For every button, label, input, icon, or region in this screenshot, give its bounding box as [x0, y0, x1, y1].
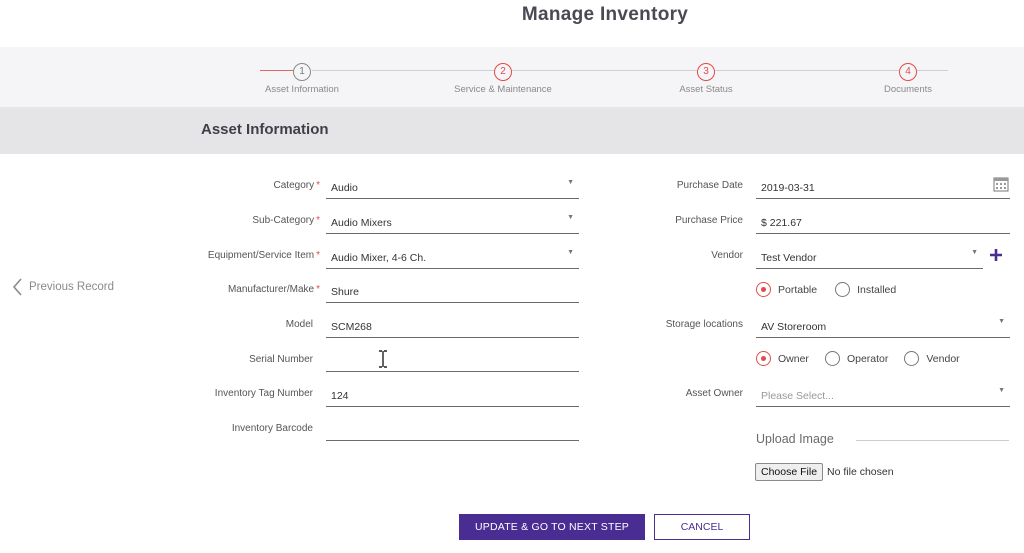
equipment-value: Audio Mixer, 4-6 Ch.: [331, 252, 427, 264]
chevron-left-icon: [12, 278, 22, 296]
required-mark: *: [316, 284, 320, 295]
mobility-radio-group: Portable Installed: [756, 282, 914, 297]
section-title: Asset Information: [201, 121, 329, 138]
purchase-price-label: Purchase Price: [675, 215, 743, 226]
purchase-date-input[interactable]: 2019-03-31: [756, 173, 1010, 199]
manufacturer-value: Shure: [331, 286, 360, 298]
page-title: Manage Inventory: [521, 4, 689, 25]
storage-locations-label: Storage locations: [665, 319, 743, 330]
update-next-step-button[interactable]: UPDATE & GO TO NEXT STEP: [459, 514, 645, 540]
vendor-label: Vendor: [711, 250, 743, 261]
serial-number-input[interactable]: [326, 346, 579, 372]
step-number: 1: [293, 63, 311, 81]
purchase-price-value: $ 221.67: [761, 217, 802, 229]
radio-unchecked-icon: [904, 351, 920, 366]
equipment-select[interactable]: Audio Mixer, 4-6 Ch. ▼: [326, 243, 579, 269]
equipment-label-text: Equipment/Service Item: [207, 250, 315, 261]
radio-owner[interactable]: Owner: [756, 351, 809, 366]
radio-unchecked-icon: [835, 282, 851, 297]
previous-record-label: Previous Record: [29, 281, 115, 293]
required-mark: *: [316, 215, 320, 226]
step-number: 3: [697, 63, 715, 81]
category-select[interactable]: Audio ▼: [326, 173, 579, 199]
purchase-price-input[interactable]: $ 221.67: [756, 208, 1010, 234]
radio-label: Vendor: [926, 352, 960, 365]
radio-vendor[interactable]: Vendor: [904, 351, 960, 366]
add-vendor-plus-icon[interactable]: [989, 248, 1003, 262]
step-label: Documents: [883, 84, 933, 95]
radio-checked-icon: [756, 282, 771, 297]
step-label: Asset Status: [679, 84, 733, 95]
dropdown-caret-icon: ▼: [998, 387, 1005, 394]
step-number: 2: [494, 63, 512, 81]
dropdown-caret-icon: ▼: [567, 214, 574, 221]
dropdown-caret-icon: ▼: [567, 249, 574, 256]
progress-stepper: 1 Asset Information 2 Service & Maintena…: [0, 47, 1024, 107]
step-label: Asset Information: [265, 84, 339, 95]
radio-label: Portable: [778, 283, 818, 296]
cancel-button[interactable]: CANCEL: [654, 514, 750, 540]
category-label: Category *: [150, 180, 320, 191]
serial-number-label: Serial Number: [249, 354, 313, 365]
dropdown-caret-icon: ▼: [567, 179, 574, 186]
category-value: Audio: [331, 182, 358, 194]
asset-owner-select[interactable]: Please Select... ▼: [756, 381, 1010, 407]
model-label: Model: [285, 319, 313, 330]
radio-label: Owner: [778, 352, 809, 365]
asset-owner-placeholder: Please Select...: [761, 390, 834, 402]
previous-record-link[interactable]: Previous Record: [12, 277, 114, 297]
dropdown-caret-icon: ▼: [971, 249, 978, 256]
sub-category-value: Audio Mixers: [331, 217, 392, 229]
sub-category-label-text: Sub-Category: [252, 215, 315, 226]
manufacturer-label-text: Manufacturer/Make: [227, 284, 315, 295]
radio-portable[interactable]: Portable: [756, 282, 817, 297]
sub-category-select[interactable]: Audio Mixers ▼: [326, 208, 579, 234]
upload-image-title: Upload Image: [756, 432, 834, 446]
file-status: No file chosen: [827, 466, 894, 478]
required-mark: *: [316, 180, 320, 191]
text-cursor-icon: [379, 350, 387, 368]
upload-divider: [856, 440, 1009, 441]
radio-label: Installed: [857, 283, 897, 296]
step-asset-status[interactable]: 3 Asset Status: [651, 61, 761, 95]
file-input[interactable]: Choose File No file chosen: [755, 463, 894, 481]
vendor-select[interactable]: Test Vendor ▼: [756, 243, 983, 269]
dropdown-caret-icon: ▼: [998, 318, 1005, 325]
category-label-text: Category: [273, 180, 315, 191]
sub-category-label: Sub-Category *: [150, 215, 320, 226]
inventory-tag-label: Inventory Tag Number: [214, 388, 313, 399]
inventory-tag-value: 124: [331, 390, 349, 402]
manufacturer-label: Manufacturer/Make *: [150, 284, 320, 295]
section-header: Asset Information: [0, 107, 1024, 154]
step-asset-information[interactable]: 1 Asset Information: [247, 61, 357, 95]
model-value: SCM268: [331, 321, 372, 333]
purchase-date-label: Purchase Date: [676, 180, 743, 191]
radio-operator[interactable]: Operator: [824, 351, 889, 366]
radio-label: Operator: [846, 352, 889, 365]
radio-checked-icon: [756, 351, 771, 366]
step-label: Service & Maintenance: [454, 84, 552, 95]
calendar-icon[interactable]: [993, 176, 1009, 192]
step-documents[interactable]: 4 Documents: [853, 61, 963, 95]
choose-file-button[interactable]: Choose File: [755, 463, 824, 481]
step-number: 4: [899, 63, 917, 81]
inventory-barcode-input[interactable]: [326, 415, 579, 441]
required-mark: *: [316, 250, 320, 261]
storage-locations-value: AV Storeroom: [761, 321, 827, 333]
inventory-tag-input[interactable]: 124: [326, 381, 579, 407]
model-input[interactable]: SCM268: [326, 312, 579, 338]
inventory-barcode-label: Inventory Barcode: [231, 423, 313, 434]
step-service-maintenance[interactable]: 2 Service & Maintenance: [448, 61, 558, 95]
asset-owner-label: Asset Owner: [685, 388, 743, 399]
ownership-radio-group: Owner Operator Vendor: [756, 351, 978, 366]
radio-installed[interactable]: Installed: [835, 282, 896, 297]
vendor-value: Test Vendor: [761, 252, 817, 264]
radio-unchecked-icon: [824, 351, 840, 366]
purchase-date-value: 2019-03-31: [761, 182, 815, 194]
equipment-label: Equipment/Service Item *: [150, 250, 320, 261]
manufacturer-input[interactable]: Shure: [326, 277, 579, 303]
storage-locations-select[interactable]: AV Storeroom ▼: [756, 312, 1010, 338]
